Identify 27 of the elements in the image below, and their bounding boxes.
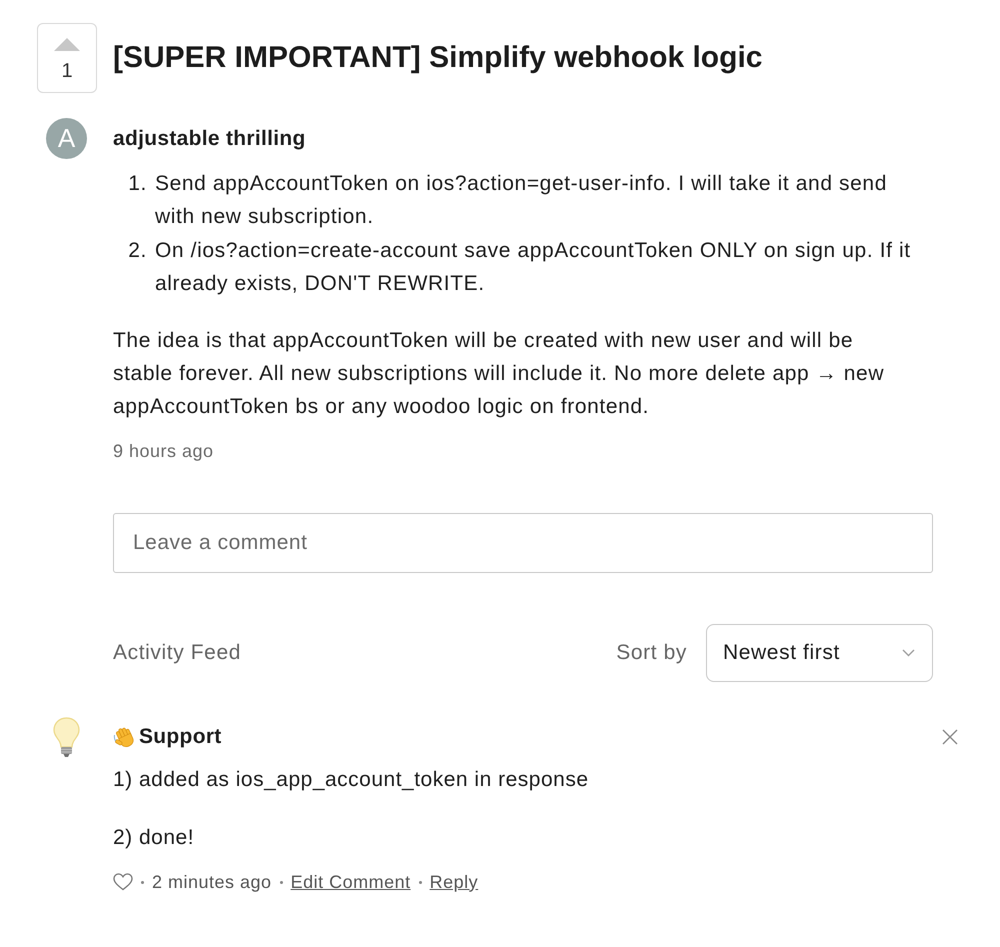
author-name: adjustable thrilling <box>113 126 307 152</box>
comment-action-link[interactable]: Reply <box>430 868 478 896</box>
comment-action-link[interactable]: Edit Comment <box>290 868 411 896</box>
comment-author: Support <box>139 724 222 750</box>
list-number: 1. <box>127 171 147 197</box>
list-item-text: Send appAccountToken on ios?action=get-user-info. I will take it and send with new subscription. <box>155 171 888 230</box>
sort-label: Sort by <box>616 640 687 666</box>
triangle-up-icon <box>54 38 80 51</box>
post-body: The idea is that appAccountToken will be created with new user and will be stable forever. All new subscriptions will include it. No more delete app → new appAccountToken bs or any woodoo logic on frontend. <box>113 328 886 420</box>
chevron-down-icon <box>902 649 915 657</box>
lightbulb-icon <box>53 717 80 758</box>
heart-icon[interactable] <box>113 873 133 891</box>
post-timestamp: 9 hours ago <box>113 440 215 463</box>
comment-field[interactable]: Leave a comment <box>113 513 933 573</box>
activity-feed-heading: Activity Feed <box>113 640 242 666</box>
waving-hand-icon <box>113 726 135 748</box>
sort-value: Newest first <box>723 640 840 666</box>
list-item-text: On /ios?action=create-account save appAccountToken ONLY on sign up. If it already exists, DON'T REWRITE. <box>155 238 912 297</box>
comment-text: 2) done! <box>113 825 196 851</box>
post-title: [SUPER IMPORTANT] Simplify webhook logic <box>113 40 762 76</box>
upvote-button[interactable]: 1 <box>37 23 97 93</box>
close-icon <box>942 729 958 745</box>
avatar: A <box>46 118 87 159</box>
comment-text: 1) added as ios_app_account_token in response <box>113 767 590 793</box>
comment-timestamp: 2 minutes ago <box>152 870 272 894</box>
list-number: 2. <box>127 238 147 264</box>
sort-dropdown[interactable]: Newest first <box>706 624 933 682</box>
